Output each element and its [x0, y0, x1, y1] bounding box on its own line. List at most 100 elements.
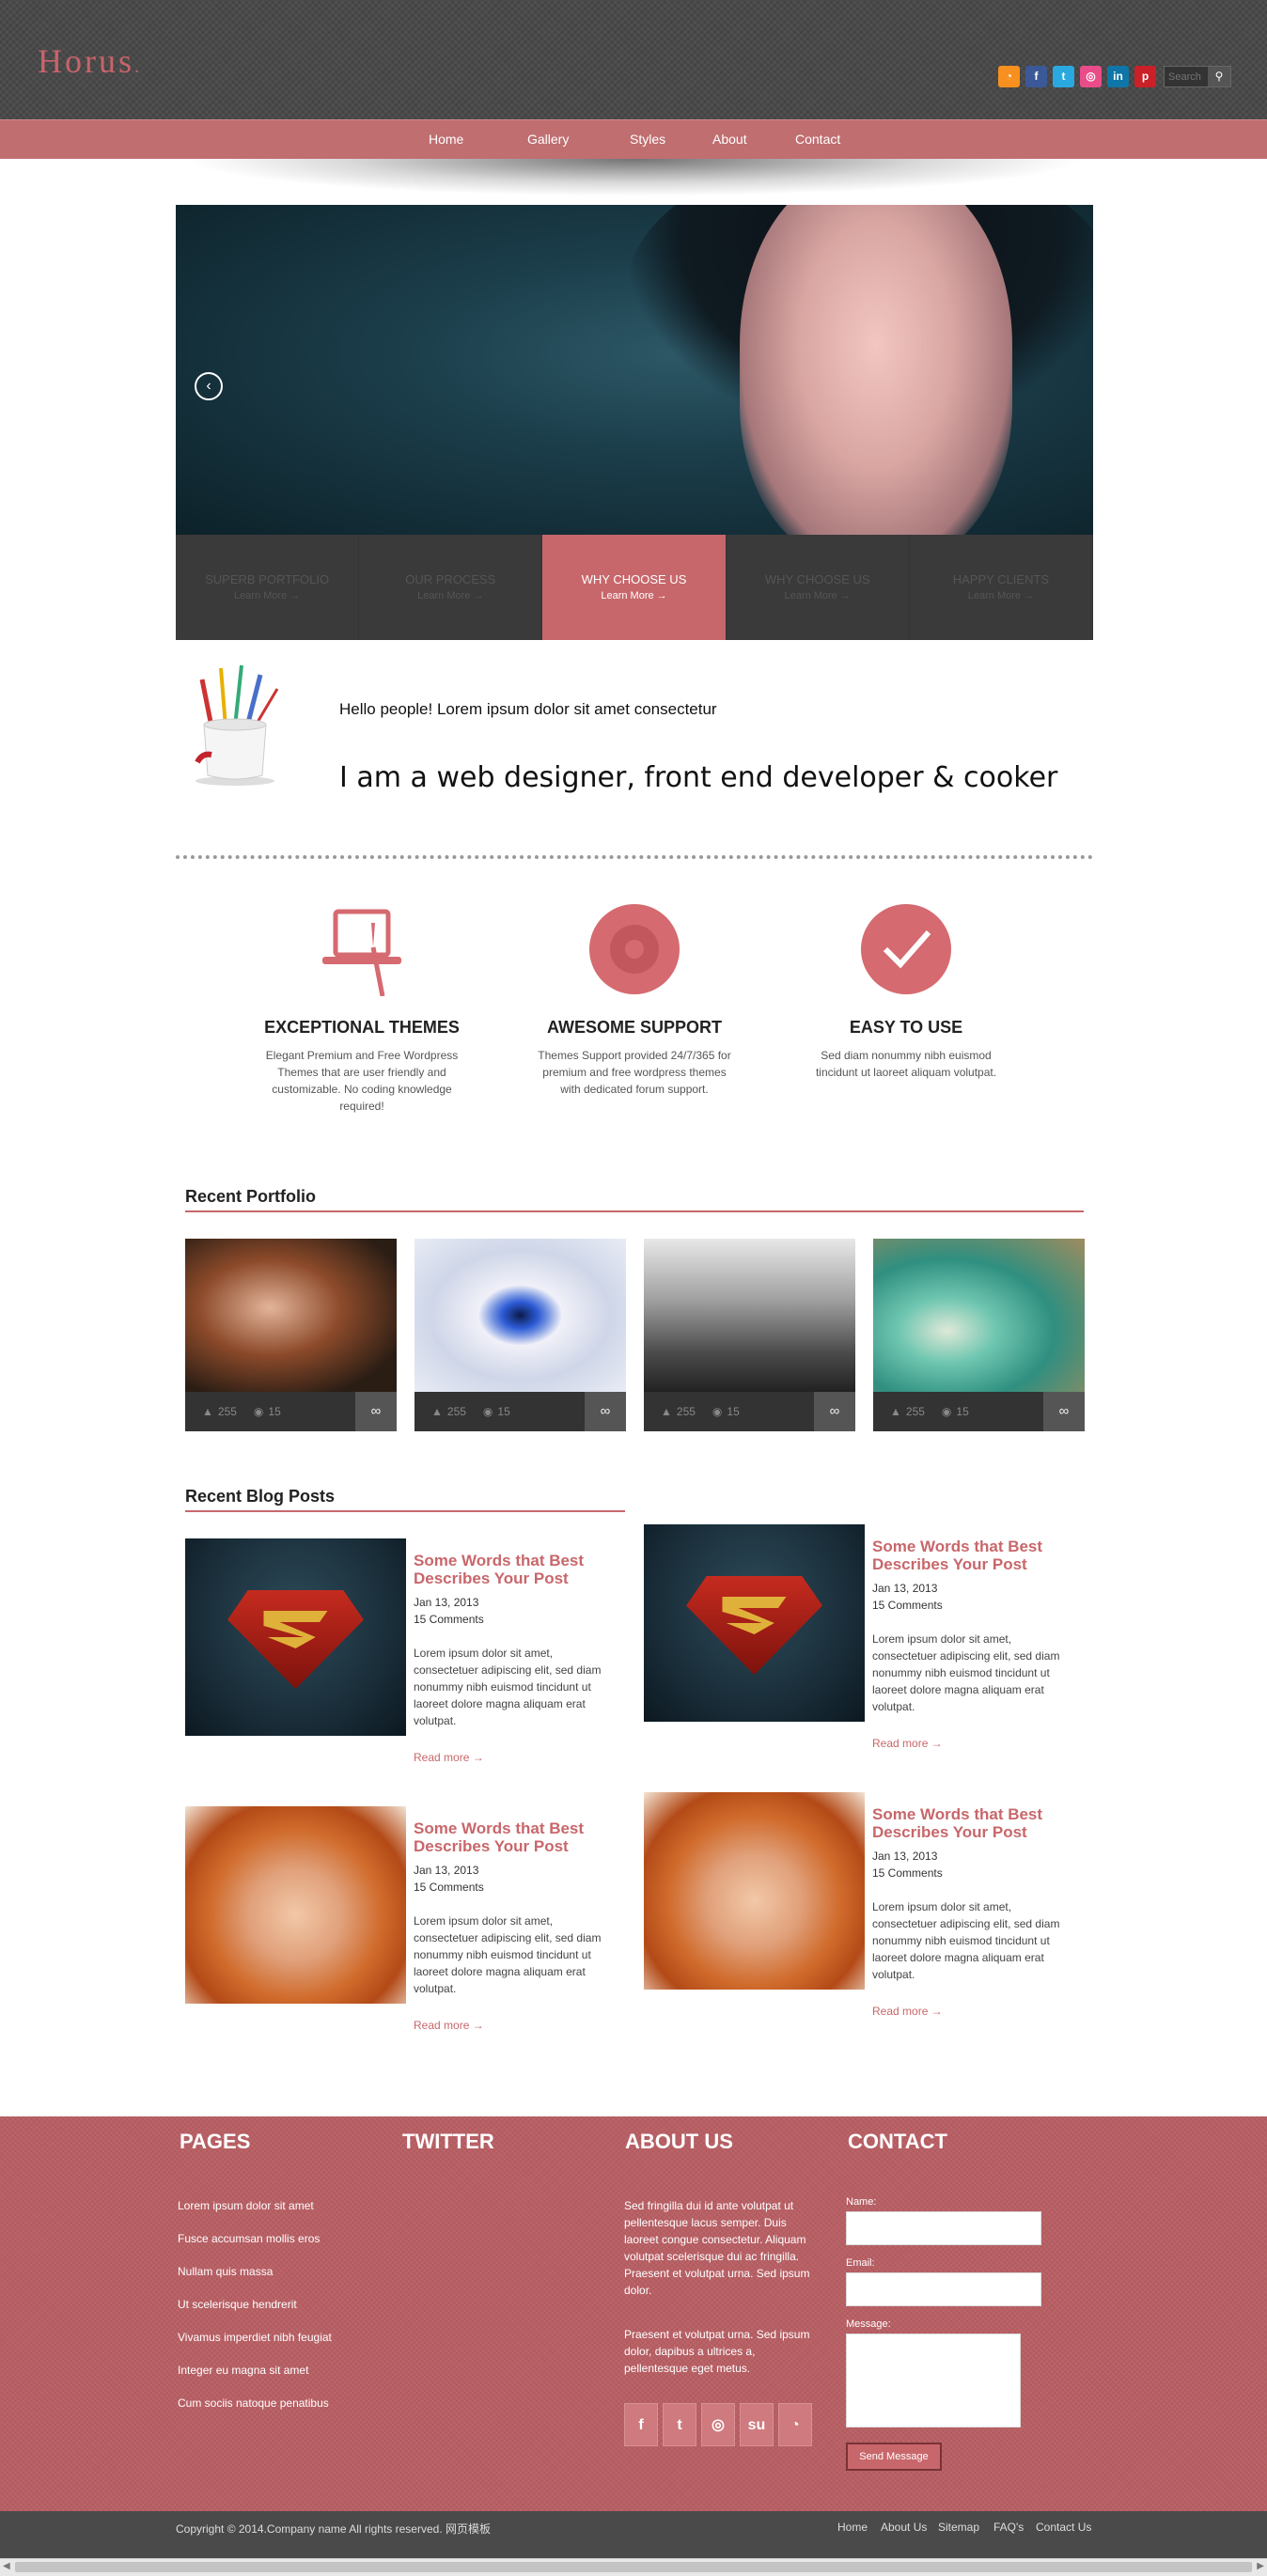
portfolio-views: 15 — [497, 1405, 510, 1418]
slider-tab-link[interactable]: Learn More → — [542, 590, 725, 601]
nav-about[interactable]: About — [712, 132, 747, 147]
footer-page-link[interactable]: Ut scelerisque hendrerit — [178, 2298, 297, 2311]
blog-post-title[interactable]: Some Words that Best Describes Your Post — [872, 1538, 1079, 1573]
portfolio-image[interactable] — [644, 1239, 855, 1392]
message-field[interactable] — [846, 2334, 1021, 2428]
footer-page-link[interactable]: Vivamus imperdiet nibh feugiat — [178, 2331, 332, 2344]
scroll-left-icon[interactable]: ◀ — [3, 2561, 10, 2571]
bottom-link-about[interactable]: About Us — [881, 2521, 927, 2534]
slider-tab-link[interactable]: Learn More → — [727, 590, 909, 601]
blog-post-excerpt: Lorem ipsum dolor sit amet, consectetuer… — [872, 1632, 1060, 1713]
slider-tab-link[interactable]: Learn More → — [176, 590, 358, 601]
read-more-link[interactable]: Read more → — [414, 1751, 484, 1764]
blog-post-title[interactable]: Some Words that Best Describes Your Post — [872, 1805, 1079, 1841]
name-field[interactable] — [846, 2211, 1041, 2245]
slider-tab[interactable]: WHY CHOOSE US Learn More → — [726, 535, 910, 640]
read-more-link[interactable]: Read more → — [872, 1737, 943, 1750]
read-more-link[interactable]: Read more → — [414, 2019, 484, 2032]
facebook-icon[interactable]: f — [1025, 66, 1047, 87]
portfolio-item[interactable]: ▲ 255 ◉ 15 ∞ — [873, 1239, 1085, 1431]
like-icon[interactable]: ▲ — [661, 1405, 672, 1418]
search-icon[interactable]: ⚲ — [1208, 67, 1230, 86]
bottom-link-sitemap[interactable]: Sitemap — [938, 2521, 979, 2534]
dribbble-icon[interactable]: ◎ — [701, 2403, 735, 2446]
blog-image[interactable] — [185, 1538, 406, 1736]
scrollbar-thumb[interactable] — [15, 2562, 1252, 2572]
nav-contact[interactable]: Contact — [795, 132, 840, 147]
rss-icon[interactable]: ◔ — [778, 2403, 812, 2446]
feature-item: AWESOME SUPPORT Themes Support provided … — [531, 902, 738, 1098]
dotted-divider — [176, 855, 1093, 859]
twitter-icon[interactable]: t — [663, 2403, 696, 2446]
search-input[interactable] — [1165, 67, 1208, 86]
facebook-icon[interactable]: f — [624, 2403, 658, 2446]
slider-tab-link[interactable]: Learn More → — [359, 590, 541, 601]
slider-tab-title: HAPPY CLIENTS — [952, 572, 1050, 586]
like-icon[interactable]: ▲ — [202, 1405, 213, 1418]
pinterest-icon[interactable]: p — [1134, 66, 1156, 87]
portfolio-views: 15 — [727, 1405, 740, 1418]
blog-heading: Recent Blog Posts — [185, 1487, 625, 1512]
portfolio-image[interactable] — [185, 1239, 397, 1392]
stumbleupon-icon[interactable]: su — [740, 2403, 774, 2446]
portfolio-stats: ▲ 255 ◉ 15 ∞ — [873, 1392, 1085, 1431]
nav-home[interactable]: Home — [429, 132, 463, 147]
like-icon[interactable]: ▲ — [890, 1405, 901, 1418]
link-icon[interactable]: ∞ — [814, 1392, 855, 1431]
footer-page-link[interactable]: Fusce accumsan mollis eros — [178, 2232, 320, 2245]
blog-post-comments[interactable]: 15 Comments — [414, 1611, 484, 1628]
footer-page-link[interactable]: Cum sociis natoque penatibus — [178, 2396, 329, 2410]
send-message-button[interactable]: Send Message — [846, 2443, 942, 2471]
bottom-link-faqs[interactable]: FAQ's — [993, 2521, 1024, 2534]
nav-styles[interactable]: Styles — [630, 132, 665, 147]
link-icon[interactable]: ∞ — [1043, 1392, 1085, 1431]
portfolio-item[interactable]: ▲ 255 ◉ 15 ∞ — [644, 1239, 855, 1431]
link-icon[interactable]: ∞ — [585, 1392, 626, 1431]
rss-icon[interactable]: ◔ — [998, 66, 1020, 87]
dribbble-icon[interactable]: ◎ — [1080, 66, 1102, 87]
footer-page-link[interactable]: Integer eu magna sit amet — [178, 2364, 308, 2377]
blog-post-title[interactable]: Some Words that Best Describes Your Post — [414, 1552, 620, 1587]
laptop-brush-icon — [322, 909, 401, 997]
slider-prev-icon[interactable]: ‹ — [195, 372, 223, 400]
portfolio-image[interactable] — [415, 1239, 626, 1392]
header-social-icons: ◔ f t ◎ in p — [998, 66, 1156, 87]
slider-tab-title: OUR PROCESS — [405, 572, 496, 586]
twitter-icon[interactable]: t — [1053, 66, 1074, 87]
read-more-link[interactable]: Read more → — [872, 2005, 943, 2018]
email-field[interactable] — [846, 2272, 1041, 2306]
scroll-right-icon[interactable]: ▶ — [1257, 2561, 1264, 2571]
like-icon[interactable]: ▲ — [431, 1405, 443, 1418]
portfolio-heading: Recent Portfolio — [185, 1187, 1084, 1212]
slider-tab-link[interactable]: Learn More → — [910, 590, 1092, 601]
slider-tab-title: WHY CHOOSE US — [581, 572, 687, 586]
footer-page-link[interactable]: Nullam quis massa — [178, 2265, 273, 2278]
email-label: Email: — [846, 2257, 875, 2269]
blog-image[interactable] — [185, 1806, 406, 2004]
link-icon[interactable]: ∞ — [355, 1392, 397, 1431]
blog-image[interactable] — [644, 1524, 865, 1722]
blog-post-comments[interactable]: 15 Comments — [414, 1879, 484, 1896]
blog-post-comments[interactable]: 15 Comments — [872, 1597, 943, 1614]
slider-tab-active[interactable]: WHY CHOOSE US Learn More → — [542, 535, 727, 640]
portfolio-likes: 255 — [676, 1405, 696, 1418]
bottom-link-home[interactable]: Home — [837, 2521, 868, 2534]
linkedin-icon[interactable]: in — [1107, 66, 1129, 87]
site-footer — [0, 2116, 1267, 2511]
blog-post-title[interactable]: Some Words that Best Describes Your Post — [414, 1819, 620, 1855]
blog-post-date: Jan 13, 2013 — [414, 1596, 479, 1609]
portfolio-image[interactable] — [873, 1239, 1085, 1392]
logo[interactable]: Horus. — [38, 41, 142, 81]
nav-gallery[interactable]: Gallery — [527, 132, 569, 147]
blog-post-comments[interactable]: 15 Comments — [872, 1865, 943, 1881]
blog-image[interactable] — [644, 1792, 865, 1990]
slider-tab[interactable]: SUPERB PORTFOLIO Learn More → — [176, 535, 360, 640]
slider-tab[interactable]: OUR PROCESS Learn More → — [359, 535, 543, 640]
portfolio-item[interactable]: ▲ 255 ◉ 15 ∞ — [415, 1239, 626, 1431]
bottom-link-contact[interactable]: Contact Us — [1036, 2521, 1091, 2534]
footer-page-link[interactable]: Lorem ipsum dolor sit amet — [178, 2199, 314, 2212]
horizontal-scrollbar[interactable]: ◀ ▶ — [0, 2558, 1267, 2576]
nav-shadow — [183, 159, 1086, 196]
slider-tab[interactable]: HAPPY CLIENTS Learn More → — [909, 535, 1094, 640]
portfolio-item[interactable]: ▲ 255 ◉ 15 ∞ — [185, 1239, 397, 1431]
